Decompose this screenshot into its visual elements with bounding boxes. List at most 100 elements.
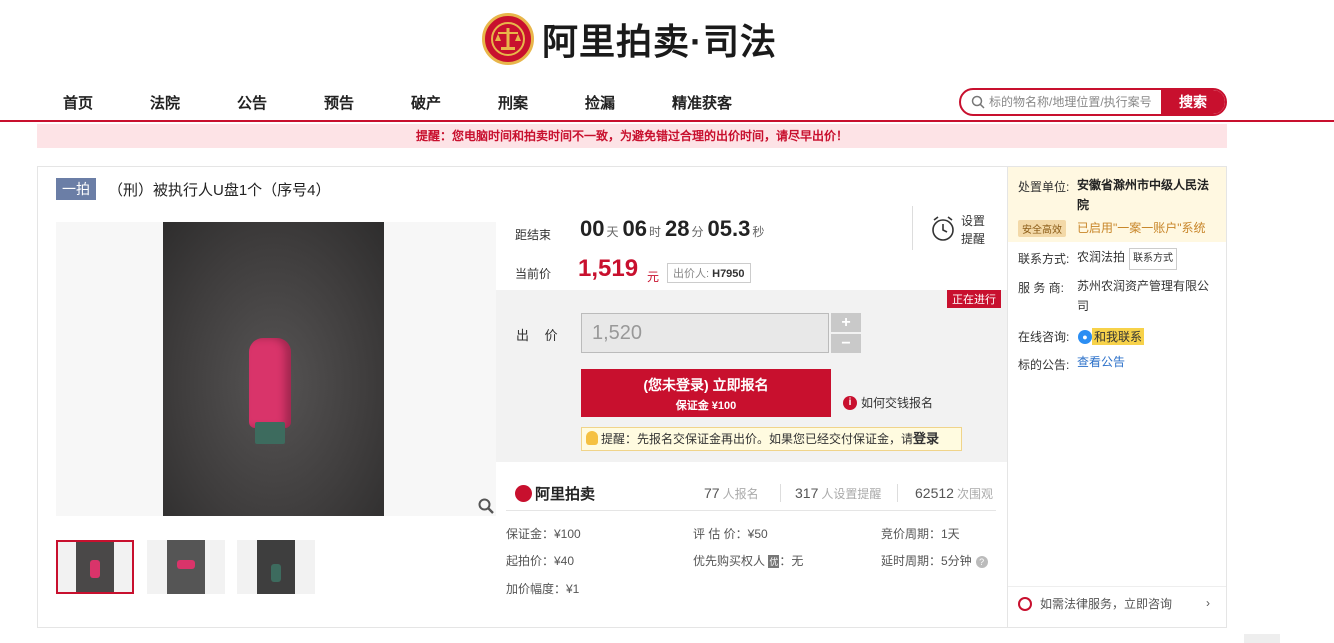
delay-value: 延时周期：5分钟 xyxy=(881,554,972,568)
reminder-count: 317 人设置提醒 xyxy=(795,485,881,502)
countdown-seconds: 05.3 xyxy=(707,216,751,241)
contact-label: 联系方式: xyxy=(1018,252,1070,266)
nav-item-criminal[interactable]: 刑案 xyxy=(498,92,528,113)
item-photo xyxy=(163,222,384,516)
view-count: 62512 次围观 xyxy=(915,485,993,502)
main-image[interactable] xyxy=(56,222,496,516)
ali-auction-logo-icon xyxy=(515,485,532,502)
alarm-clock-icon xyxy=(932,216,954,241)
round-badge: 一拍 xyxy=(56,178,96,200)
status-badge: 正在进行 xyxy=(947,290,1001,308)
chevron-right-icon[interactable]: › xyxy=(1206,596,1210,610)
start-price-info: 起拍价：¥40 xyxy=(506,554,575,568)
legal-consult-label: 如需法律服务，立即咨询 xyxy=(1040,597,1173,611)
search-icon xyxy=(971,95,985,109)
brand-name: 阿里拍卖·司法 xyxy=(542,21,777,62)
reminder-label: 设置 提醒 xyxy=(961,212,985,248)
view-count-label: 次围观 xyxy=(956,487,993,501)
current-price-label: 当前价 xyxy=(515,267,552,281)
signup-button-label: (您未登录) 立即报名 xyxy=(643,377,769,393)
countdown-seconds-unit: 秒 xyxy=(752,225,765,239)
signup-count-label: 人报名 xyxy=(722,487,759,501)
current-price: 1,519 xyxy=(578,255,639,282)
countdown-days: 00 xyxy=(580,216,605,241)
set-reminder-button[interactable]: 设置 提醒 xyxy=(912,206,1002,250)
bid-label: 出 价 xyxy=(516,328,564,343)
nav-item-court[interactable]: 法院 xyxy=(150,92,180,113)
thumbnail-photo xyxy=(76,542,114,592)
legal-consult-link[interactable]: 如需法律服务，立即咨询 xyxy=(1018,595,1172,612)
announcement-label: 标的公告: xyxy=(1018,358,1070,372)
countdown-label: 距结束 xyxy=(515,228,552,242)
nav-item-bargain[interactable]: 捡漏 xyxy=(585,92,615,113)
thumbnail-1[interactable] xyxy=(56,540,134,594)
nav-item-leads[interactable]: 精准获客 xyxy=(672,92,732,113)
bidder-label: 出价人: xyxy=(673,268,710,280)
price-unit: 元 xyxy=(647,270,660,284)
usb-plug-image xyxy=(255,422,285,444)
brand-logo[interactable]: 阿里拍卖·司法 xyxy=(482,10,777,68)
thumbnail-2[interactable] xyxy=(147,540,225,594)
contact-name: 农润法拍 xyxy=(1077,250,1126,264)
cycle-info: 竞价周期：1天 xyxy=(881,527,960,541)
deposit-info: 保证金：¥100 xyxy=(506,527,581,541)
search-input[interactable] xyxy=(985,90,1161,114)
signup-count-value: 77 xyxy=(704,485,720,501)
login-tip: 提醒：先报名交保证金再出价。如果您已经交付保证金，请登录 xyxy=(581,427,962,451)
one-account-label[interactable]: 已启用"一案一账户"系统 xyxy=(1077,219,1206,236)
priority-value: ：无 xyxy=(779,554,804,568)
countdown-hours: 06 xyxy=(622,216,647,241)
thumbnail-photo xyxy=(257,540,295,594)
signup-deposit-label: 保证金 ¥100 xyxy=(675,400,737,412)
nav-item-bankruptcy[interactable]: 破产 xyxy=(411,92,441,113)
disposal-unit-label: 处置单位: xyxy=(1018,180,1070,194)
stat-divider xyxy=(780,484,781,502)
info-icon: i xyxy=(843,395,857,410)
help-icon[interactable]: ? xyxy=(975,556,988,568)
thumbnail-3[interactable] xyxy=(237,540,315,594)
stat-divider xyxy=(897,484,898,502)
reminder-line2: 提醒 xyxy=(961,232,986,246)
nav-item-preview[interactable]: 预告 xyxy=(324,92,354,113)
increment-info: 加价幅度：¥1 xyxy=(506,582,580,596)
service-provider: 苏州农润资产管理有限公司 xyxy=(1077,279,1210,313)
decrease-bid-button[interactable]: − xyxy=(831,334,861,353)
countdown-timer: 00 天 06 时 28 分 05.3 秒 xyxy=(580,216,768,242)
scroll-top-button[interactable] xyxy=(1244,634,1280,643)
login-tip-text: 提醒：先报名交保证金再出价。如果您已经交付保证金，请 xyxy=(601,432,914,446)
bid-amount-input[interactable]: 1,520 xyxy=(581,313,829,353)
court-emblem-icon xyxy=(482,13,534,65)
search-bar: 搜索 xyxy=(959,88,1227,116)
login-link[interactable]: 登录 xyxy=(913,431,939,446)
contact-button[interactable]: 联系方式 xyxy=(1129,248,1178,270)
search-button[interactable]: 搜索 xyxy=(1161,90,1225,114)
countdown-minutes: 28 xyxy=(665,216,690,241)
priority-info: 优先购买权人 优：无 xyxy=(693,552,803,569)
ali-auction-logo: 阿里拍卖 xyxy=(515,483,595,504)
signup-count: 77 人报名 xyxy=(704,485,759,502)
court-name[interactable]: 安徽省滁州市中级人民法院 xyxy=(1077,175,1217,215)
usb-drive-image xyxy=(249,338,291,428)
chat-button[interactable]: ● 和我联系 xyxy=(1078,328,1145,345)
chat-label: 和我联系 xyxy=(1092,328,1145,345)
increase-bid-button[interactable]: + xyxy=(831,313,861,332)
bidder-id: H7950 xyxy=(712,268,745,280)
appraisal-info: 评 估 价：¥50 xyxy=(693,527,768,541)
zoom-icon[interactable] xyxy=(478,498,494,514)
reminder-count-value: 317 xyxy=(795,485,819,501)
ali-auction-logo-text: 阿里拍卖 xyxy=(535,486,596,503)
signup-button[interactable]: (您未登录) 立即报名 保证金 ¥100 xyxy=(581,369,831,417)
reminder-line1: 设置 xyxy=(961,214,986,228)
priority-label: 优先购买权人 xyxy=(693,554,766,568)
nav-item-home[interactable]: 首页 xyxy=(63,92,93,113)
view-announcement-link[interactable]: 查看公告 xyxy=(1077,352,1125,372)
delay-info: 延时周期：5分钟? xyxy=(881,552,988,569)
safe-badge: 安全高效 xyxy=(1018,220,1066,237)
reminder-count-label: 人设置提醒 xyxy=(821,487,882,501)
thumbnail-photo xyxy=(167,540,205,594)
countdown-minutes-unit: 分 xyxy=(691,225,704,239)
how-to-pay-link[interactable]: i 如何交钱报名 xyxy=(843,394,933,411)
priority-mark: 优 xyxy=(768,555,780,568)
service-label: 服 务 商: xyxy=(1018,281,1065,295)
nav-item-announcement[interactable]: 公告 xyxy=(237,92,267,113)
